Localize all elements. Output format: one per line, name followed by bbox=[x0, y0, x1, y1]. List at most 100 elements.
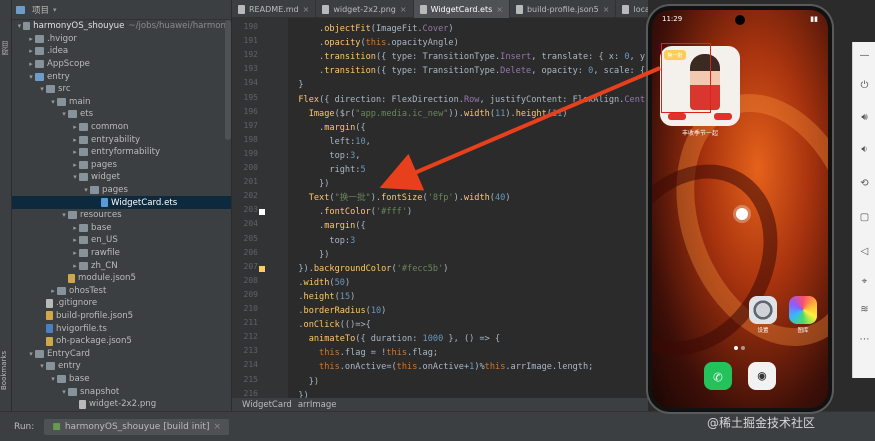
chevron-down-icon[interactable]: ▾ bbox=[60, 211, 68, 219]
project-tool-tab[interactable]: 项目 bbox=[0, 18, 12, 78]
chevron-right-icon[interactable]: ▸ bbox=[27, 60, 35, 68]
chevron-down-icon[interactable]: ▾ bbox=[49, 98, 57, 106]
chevron-right-icon[interactable]: ▸ bbox=[71, 161, 79, 169]
widget-action-button[interactable] bbox=[714, 113, 732, 120]
rotate-icon[interactable]: ⟲ bbox=[859, 178, 870, 189]
breadcrumb-item[interactable]: WidgetCard bbox=[242, 400, 292, 410]
tree-item[interactable]: ▸ entryability bbox=[12, 133, 231, 146]
app-settings[interactable]: 设置 bbox=[748, 296, 778, 334]
phone-screen[interactable]: 11:29 ▮▮ 换一批 丰收季节一起 设置 图库 ✆ ◉ bbox=[652, 10, 828, 408]
close-icon[interactable]: × bbox=[213, 422, 221, 432]
tree-item[interactable]: ▸ AppScope bbox=[12, 58, 231, 71]
chevron-down-icon[interactable]: ▾ bbox=[60, 110, 68, 118]
chevron-right-icon[interactable]: ▸ bbox=[71, 262, 79, 270]
tree-item[interactable]: ▾ resources bbox=[12, 209, 231, 222]
tree-item[interactable]: WidgetCard.ets bbox=[12, 196, 231, 209]
phone-app-icon[interactable]: ✆ bbox=[704, 362, 732, 390]
tree-item[interactable]: ▸ entryformability bbox=[12, 146, 231, 159]
chevron-down-icon[interactable]: ▾ bbox=[27, 73, 35, 81]
chevron-down-icon[interactable]: ▾ bbox=[38, 362, 46, 370]
bookmarks-tool-tab[interactable]: Bookmarks bbox=[0, 340, 12, 400]
tree-item[interactable]: ▸ .hvigor bbox=[12, 33, 231, 46]
editor-tab[interactable]: build-profile.json5 × bbox=[510, 0, 617, 18]
tree-item[interactable]: ▾ snapshot bbox=[12, 385, 231, 398]
chevron-right-icon[interactable]: ▸ bbox=[71, 123, 79, 131]
chevron-down-icon[interactable]: ▾ bbox=[60, 388, 68, 396]
tree-item[interactable]: ▾ entry bbox=[12, 360, 231, 373]
chevron-right-icon[interactable]: ▸ bbox=[71, 249, 79, 257]
tree-item[interactable]: ▾ src bbox=[12, 83, 231, 96]
chevron-down-icon[interactable]: ▾ bbox=[82, 186, 90, 194]
close-icon[interactable]: × bbox=[400, 5, 407, 14]
close-icon[interactable]: × bbox=[496, 5, 503, 14]
chevron-down-icon[interactable]: ▾ bbox=[16, 22, 23, 30]
chevron-down-icon[interactable]: ▾ bbox=[71, 173, 79, 181]
screenshot-icon[interactable]: ▢ bbox=[859, 212, 870, 223]
chevron-down-icon[interactable]: ▾ bbox=[27, 350, 35, 358]
breadcrumb-item[interactable]: arrImage bbox=[298, 400, 337, 410]
tree-item[interactable]: ▾ harmonyOS_shouyue ~/jobs/huawei/harmony bbox=[12, 20, 231, 33]
code-token: Delete bbox=[500, 66, 532, 77]
tree-item[interactable]: ▸ zh_CN bbox=[12, 259, 231, 272]
tree-item[interactable]: oh-package.json5 bbox=[12, 335, 231, 348]
project-scrollbar[interactable] bbox=[225, 20, 231, 140]
editor-tab[interactable]: WidgetCard.ets × bbox=[413, 0, 510, 18]
tree-item[interactable]: ▾ entry bbox=[12, 70, 231, 83]
code-editor[interactable]: .objectFit(ImageFit.Cover) .opacity(this… bbox=[288, 18, 648, 398]
code-line: top:3, bbox=[288, 149, 360, 163]
tree-item[interactable]: ▾ main bbox=[12, 96, 231, 109]
chevron-right-icon[interactable]: ▸ bbox=[49, 287, 57, 295]
volume-up-icon[interactable]: 🔊︎ bbox=[859, 112, 870, 123]
more-icon[interactable]: ⋯ bbox=[859, 334, 870, 345]
tree-item[interactable]: ▸ common bbox=[12, 121, 231, 134]
floating-touch-dot[interactable] bbox=[736, 208, 748, 220]
location-icon[interactable]: ⌖ bbox=[859, 276, 870, 287]
close-icon[interactable]: × bbox=[303, 5, 310, 14]
code-token: .arrImage.length; bbox=[505, 362, 594, 373]
tree-item[interactable]: ▸ ohosTest bbox=[12, 284, 231, 297]
chevron-right-icon[interactable]: ▸ bbox=[71, 236, 79, 244]
chevron-right-icon[interactable]: ▸ bbox=[27, 35, 35, 43]
camera-app-icon[interactable]: ◉ bbox=[748, 362, 776, 390]
tree-item-label: module.json5 bbox=[78, 273, 136, 284]
tree-item[interactable]: ▾ ets bbox=[12, 108, 231, 121]
tree-item[interactable]: ▸ en_US bbox=[12, 234, 231, 247]
chevron-down-icon[interactable]: ▾ bbox=[38, 85, 46, 93]
editor-tab[interactable]: README.md × bbox=[232, 0, 317, 18]
tree-item[interactable]: ▸ rawfile bbox=[12, 247, 231, 260]
editor-gutter: 190 191 192 193 194 195 196 197 198 199 200 201 202 2… bbox=[232, 18, 288, 398]
tree-item[interactable]: ▸ base bbox=[12, 222, 231, 235]
app-gallery[interactable]: 图库 bbox=[788, 296, 818, 334]
chevron-down-icon[interactable]: ▾ bbox=[53, 6, 57, 14]
tree-item[interactable]: hvigorfile.ts bbox=[12, 322, 231, 335]
chevron-right-icon[interactable]: ▸ bbox=[71, 224, 79, 232]
volume-down-icon[interactable]: 🔉︎ bbox=[859, 144, 870, 155]
widget-action-button[interactable] bbox=[668, 113, 686, 120]
power-icon[interactable]: ⏻ bbox=[859, 80, 870, 91]
chevron-right-icon[interactable]: ▸ bbox=[27, 47, 35, 55]
minimize-icon[interactable]: — bbox=[859, 50, 870, 61]
tree-item[interactable]: widget-2x2.png bbox=[12, 398, 231, 411]
tree-item[interactable]: .gitignore bbox=[12, 297, 231, 310]
project-panel-header[interactable]: 项目 ▾ bbox=[12, 0, 231, 20]
gallery-icon bbox=[789, 296, 817, 324]
tree-item[interactable]: ▾ widget bbox=[12, 171, 231, 184]
wifi-icon[interactable]: ≋ bbox=[859, 304, 870, 315]
highlight-box bbox=[661, 43, 711, 113]
tree-item[interactable]: ▸ .idea bbox=[12, 45, 231, 58]
close-icon[interactable]: × bbox=[603, 5, 610, 14]
tree-item[interactable]: ▾ EntryCard bbox=[12, 347, 231, 360]
code-token: ). bbox=[370, 193, 382, 204]
chevron-down-icon[interactable]: ▾ bbox=[49, 375, 57, 383]
back-icon[interactable]: ◁ bbox=[859, 246, 870, 257]
chevron-right-icon[interactable]: ▸ bbox=[71, 148, 79, 156]
code-token: ($r( bbox=[334, 108, 356, 119]
tree-item[interactable]: ▾ base bbox=[12, 373, 231, 386]
editor-tab[interactable]: widget-2x2.png × bbox=[316, 0, 414, 18]
chevron-right-icon[interactable]: ▸ bbox=[71, 136, 79, 144]
tree-item[interactable]: build-profile.json5 bbox=[12, 310, 231, 323]
run-config-tab[interactable]: ■ harmonyOS_shouyue [build init] × bbox=[44, 418, 230, 435]
tree-item[interactable]: ▸ pages bbox=[12, 159, 231, 172]
tree-item[interactable]: module.json5 bbox=[12, 272, 231, 285]
tree-item[interactable]: ▾ pages bbox=[12, 184, 231, 197]
